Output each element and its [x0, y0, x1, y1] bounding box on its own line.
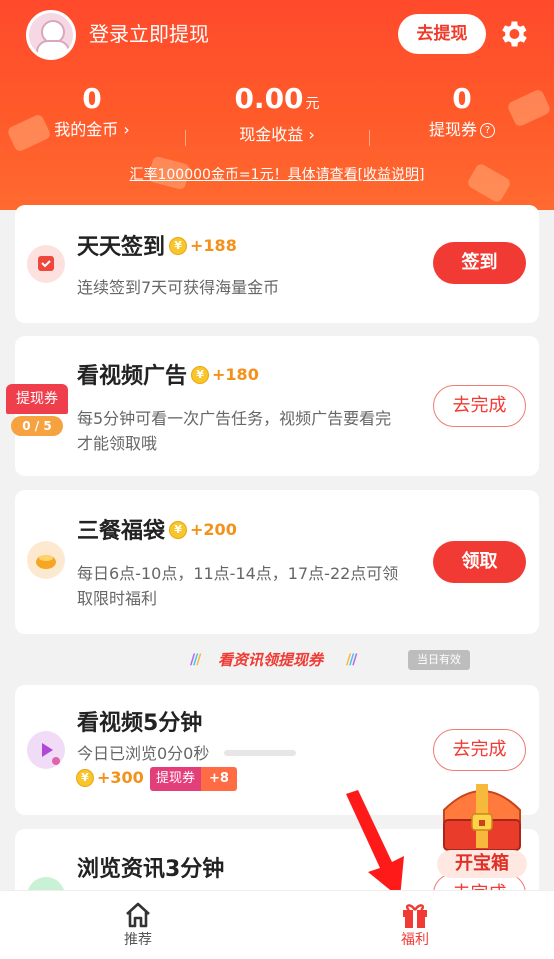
gear-icon[interactable]: [496, 17, 530, 51]
task-card-checkin: 天天签到 ¥ +188 连续签到7天可获得海量金币 签到: [15, 205, 539, 323]
tab-welfare[interactable]: 福利: [345, 891, 485, 959]
home-icon: [126, 902, 150, 928]
ticket-tag-label: 提现券: [6, 384, 68, 414]
checkin-button[interactable]: 签到: [433, 242, 526, 284]
ticket-reward-badge: 提现券 +8: [150, 767, 237, 791]
exchange-rate-note[interactable]: 汇率100000金币=1元！具体请查看[收益说明]: [0, 164, 554, 186]
task-desc-line2: 才能领取哦: [77, 434, 158, 453]
task-reward: +180: [212, 365, 259, 384]
banner-text: 看资讯领提现券: [218, 651, 324, 669]
task-reward: +200: [190, 520, 237, 539]
task-desc-line2: 取限时福利: [77, 589, 158, 608]
ticket-reward-count: +8: [201, 767, 237, 791]
task-title: 看视频广告: [77, 364, 188, 389]
coin-icon: ¥: [169, 237, 188, 255]
play-icon: [27, 731, 65, 769]
question-circle-icon[interactable]: ?: [480, 123, 495, 138]
task-desc-line1: 每日6点-10点，11点-14点，17点-22点可领: [77, 564, 399, 583]
calendar-icon: [27, 245, 65, 283]
task-title: 三餐福袋: [77, 519, 166, 544]
gift-icon: [403, 904, 427, 928]
coins-label: 我的金币: [54, 120, 119, 139]
task-title: 浏览资讯3分钟: [77, 857, 225, 882]
task-title: 看视频5分钟: [77, 711, 203, 736]
ticket-tag: 提现券 0 / 5: [6, 384, 68, 436]
chevron-right-icon: ›: [118, 120, 130, 139]
ticket-reward-label: 提现券: [150, 767, 202, 791]
progress-text: 今日已浏览0分0秒: [77, 744, 210, 763]
banner-stripes: ///: [346, 652, 357, 668]
watch-video-button[interactable]: 去完成: [433, 729, 526, 771]
valid-today-badge: 当日有效: [408, 650, 470, 670]
banner-stripes: ///: [190, 652, 201, 668]
cash-label: 现金收益: [239, 125, 304, 144]
coin-reward: ¥ +300: [76, 767, 144, 791]
chevron-right-icon: ›: [303, 125, 315, 144]
meal-bag-button[interactable]: 领取: [433, 541, 526, 583]
header: 登录立即提现 去提现 0 我的金币 › 0.00 元 现金收益 › 0 提现券? …: [0, 0, 554, 210]
task-reward: +188: [190, 236, 237, 255]
cash-value: 0.00: [234, 82, 304, 115]
task-title: 天天签到: [77, 235, 166, 260]
divider: [185, 130, 186, 146]
task-desc-line1: 每5分钟可看一次广告任务，视频广告要看完: [77, 409, 392, 428]
divider: [369, 130, 370, 146]
login-link[interactable]: 登录立即提现: [89, 20, 209, 48]
tickets-label: 提现券: [428, 120, 477, 139]
task-desc: 连续签到7天可获得海量金币: [77, 278, 280, 297]
open-chest-label[interactable]: 开宝箱: [437, 850, 527, 878]
stat-cash[interactable]: 0.00 元 现金收益 ›: [207, 82, 347, 147]
bottom-nav: 推荐 福利: [0, 890, 554, 959]
section-banner: /// 看资讯领提现券 /// 当日有效: [0, 648, 554, 672]
lucky-bag-icon: [27, 541, 65, 579]
coin-icon: ¥: [76, 768, 94, 787]
stat-coins[interactable]: 0 我的金币 ›: [22, 82, 162, 142]
avatar[interactable]: [26, 10, 76, 60]
video-ad-button[interactable]: 去完成: [433, 385, 526, 427]
ticket-tag-count: 0 / 5: [11, 416, 63, 436]
tab-recommend[interactable]: 推荐: [68, 891, 208, 959]
progress-bar: [224, 750, 296, 756]
tab-recommend-label: 推荐: [124, 932, 152, 948]
cash-unit: 元: [305, 96, 320, 112]
task-card-video-ad: 看视频广告 ¥ +180 每5分钟可看一次广告任务，视频广告要看完 才能领取哦 去完…: [15, 336, 539, 476]
arrow-annotation-icon: [346, 790, 404, 898]
stat-tickets[interactable]: 0 提现券?: [392, 82, 532, 142]
coin-reward-value: +300: [97, 768, 144, 787]
coins-value: 0: [82, 82, 102, 115]
task-card-meal-bag: 三餐福袋 ¥ +200 每日6点-10点，11点-14点，17点-22点可领 取限时…: [15, 490, 539, 634]
tickets-value: 0: [452, 82, 472, 115]
avatar-body: [36, 40, 70, 57]
coin-icon: ¥: [169, 521, 188, 539]
withdraw-button[interactable]: 去提现: [398, 14, 486, 54]
tab-welfare-label: 福利: [401, 932, 429, 948]
coin-icon: ¥: [191, 366, 210, 384]
